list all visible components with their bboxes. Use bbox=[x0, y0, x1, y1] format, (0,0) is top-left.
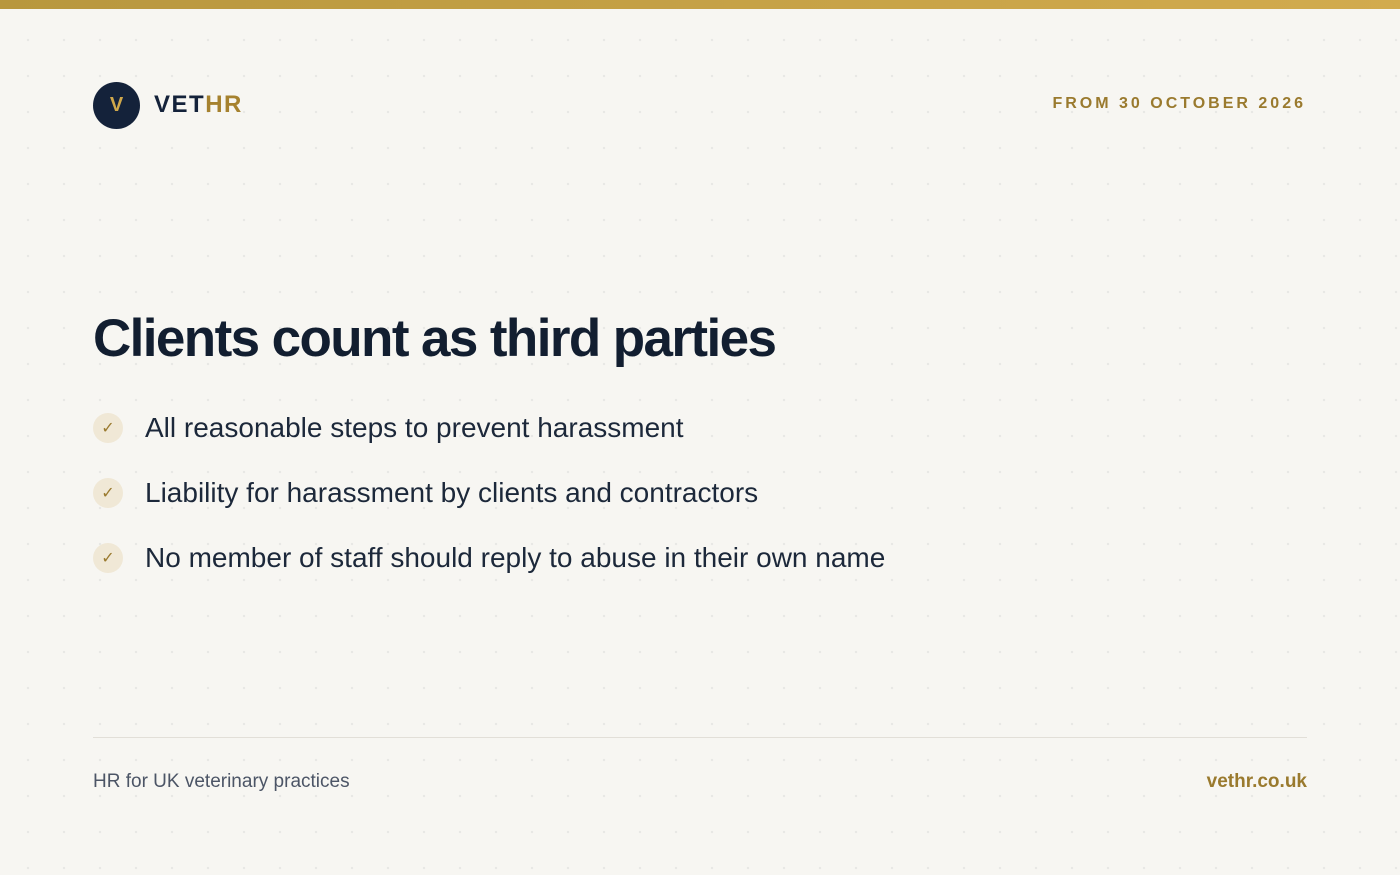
footer-tagline: HR for UK veterinary practices bbox=[93, 771, 350, 792]
effective-date-label: FROM 30 OCTOBER 2026 bbox=[1052, 95, 1306, 112]
bullet-item: ✓ No member of staff should reply to abu… bbox=[93, 540, 885, 576]
footer-divider bbox=[93, 737, 1307, 738]
bullet-text: All reasonable steps to prevent harassme… bbox=[145, 412, 684, 443]
website-link[interactable]: vethr.co.uk bbox=[1207, 771, 1307, 793]
check-icon: ✓ bbox=[93, 543, 123, 573]
top-accent-bar bbox=[0, 0, 1400, 9]
check-icon: ✓ bbox=[93, 478, 123, 508]
bullet-item: ✓ Liability for harassment by clients an… bbox=[93, 475, 885, 511]
bullet-list: ✓ All reasonable steps to prevent harass… bbox=[93, 410, 885, 605]
brand-name-accent: HR bbox=[205, 91, 243, 118]
bullet-item: ✓ All reasonable steps to prevent harass… bbox=[93, 410, 885, 446]
brand-name-primary: VET bbox=[154, 91, 206, 118]
brand-logo: V VETHR bbox=[93, 81, 243, 129]
logo-badge: V bbox=[93, 81, 140, 129]
check-icon: ✓ bbox=[93, 413, 123, 443]
brand-wordmark: VETHR bbox=[154, 91, 243, 119]
bullet-text: No member of staff should reply to abuse… bbox=[145, 542, 886, 573]
bullet-text: Liability for harassment by clients and … bbox=[145, 477, 759, 508]
page-title: Clients count as third parties bbox=[93, 309, 777, 368]
logo-letter: V bbox=[109, 93, 124, 116]
